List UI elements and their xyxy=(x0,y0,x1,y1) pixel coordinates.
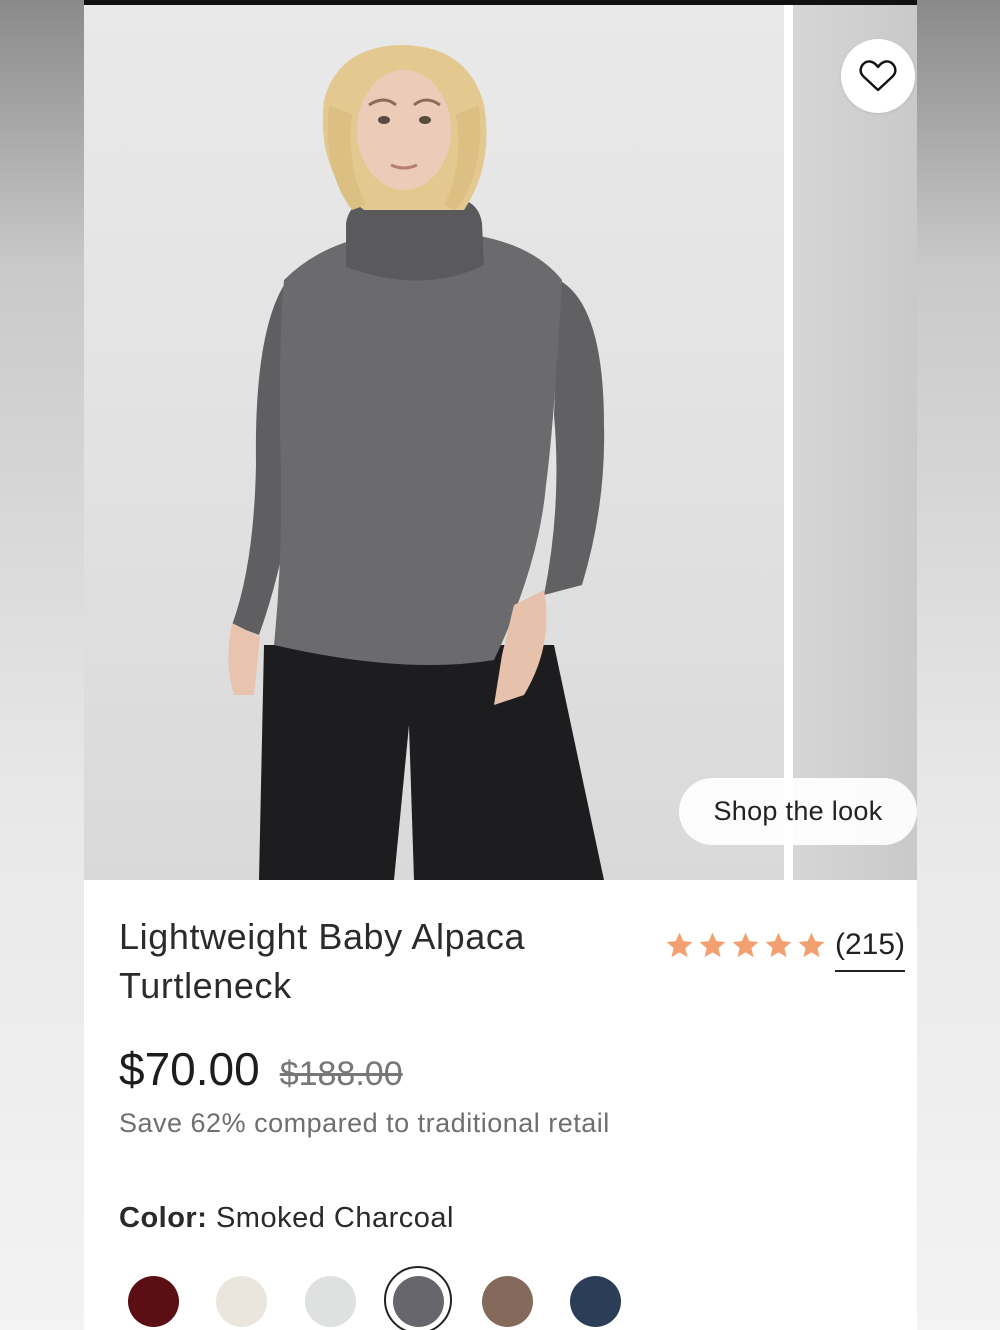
swatch-ivory[interactable] xyxy=(216,1276,267,1327)
sale-price: $70.00 xyxy=(119,1043,260,1095)
star-icon xyxy=(798,932,825,957)
shop-the-look-button[interactable]: Shop the look xyxy=(679,778,917,845)
color-value: Smoked Charcoal xyxy=(215,1202,454,1234)
swatch-light-gray[interactable] xyxy=(305,1276,356,1327)
color-selection-label: Color: Smoked Charcoal xyxy=(119,1202,454,1235)
shop-the-look-label: Shop the look xyxy=(713,796,883,826)
savings-text: Save 62% compared to traditional retail xyxy=(119,1108,610,1138)
image-carousel[interactable]: Shop the look xyxy=(84,5,917,880)
star-icon xyxy=(732,932,759,957)
heart-outline-icon xyxy=(859,60,897,92)
product-image[interactable] xyxy=(84,5,784,880)
swatch-smoked-charcoal[interactable] xyxy=(393,1276,444,1327)
next-product-image[interactable] xyxy=(793,5,917,880)
model-photo-illustration xyxy=(228,45,605,880)
star-icon xyxy=(666,932,693,957)
product-title: Lightweight Baby Alpaca Turtleneck xyxy=(119,916,526,1006)
swatch-burgundy[interactable] xyxy=(128,1276,179,1327)
original-price: $188.00 xyxy=(279,1055,403,1093)
swatch-mocha[interactable] xyxy=(482,1276,533,1327)
product-info: Lightweight Baby Alpaca Turtleneck (215)… xyxy=(84,880,917,1330)
favorite-button[interactable] xyxy=(841,39,915,113)
star-rating xyxy=(664,930,827,961)
price-row: $70.00 $188.00 xyxy=(119,1042,403,1096)
right-backdrop xyxy=(917,0,1000,1330)
review-count-link[interactable]: (215) xyxy=(835,928,906,972)
left-backdrop xyxy=(0,0,84,1330)
product-page: Shop the look Lightweight Baby Alpaca Tu… xyxy=(84,0,917,1330)
color-swatches xyxy=(84,1266,917,1330)
star-icon xyxy=(699,932,726,957)
swatch-navy[interactable] xyxy=(570,1276,621,1327)
color-label: Color: xyxy=(119,1202,208,1234)
rating[interactable]: (215) xyxy=(664,918,906,972)
star-icon xyxy=(765,932,792,957)
